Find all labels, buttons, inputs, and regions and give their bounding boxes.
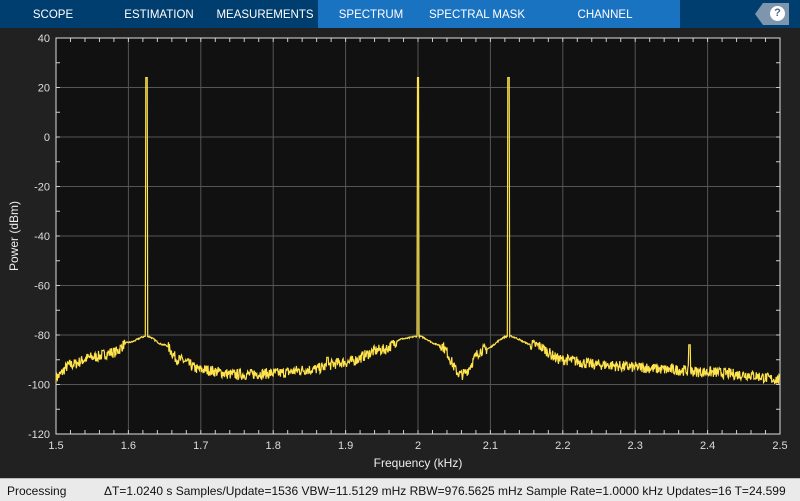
x-tick-label: 1.7: [193, 440, 208, 452]
x-tick-label: 1.6: [121, 440, 136, 452]
y-tick-label: -60: [34, 281, 50, 293]
x-tick-label: 2.4: [700, 440, 715, 452]
x-tick-label: 2.1: [483, 440, 498, 452]
status-info: ΔT=1.0240 s Samples/Update=1536 VBW=11.5…: [104, 484, 786, 498]
y-axis-label: Power (dBm): [7, 201, 21, 271]
x-tick-label: 2.3: [628, 440, 643, 452]
x-tick-label: 1.9: [338, 440, 353, 452]
spectrum-chart: 1.5 1.6 1.7 1.8 1.9 2 2.1 2.2 2.3 2.4 2.5 40 20 0 -20 -…: [7, 33, 788, 470]
x-tick-label: 1.5: [48, 440, 63, 452]
x-tick-label: 2: [415, 440, 421, 452]
status-state: Processing: [7, 484, 67, 498]
x-tick-label: 1.8: [266, 440, 281, 452]
x-tick-label: 2.5: [772, 440, 787, 452]
x-tick-label: 2.2: [555, 440, 570, 452]
y-tick-label: -80: [34, 330, 50, 342]
y-tick-label: 40: [38, 33, 50, 45]
y-tick-label: -40: [34, 231, 50, 243]
y-tick-label: -100: [28, 380, 50, 392]
y-tick-label: -120: [28, 429, 50, 441]
status-bar: Processing ΔT=1.0240 s Samples/Update=15…: [0, 478, 800, 501]
y-tick-label: 20: [38, 83, 50, 95]
y-tick-label: -20: [34, 182, 50, 194]
y-tick-label: 0: [44, 132, 50, 144]
x-axis-label: Frequency (kHz): [374, 456, 463, 470]
